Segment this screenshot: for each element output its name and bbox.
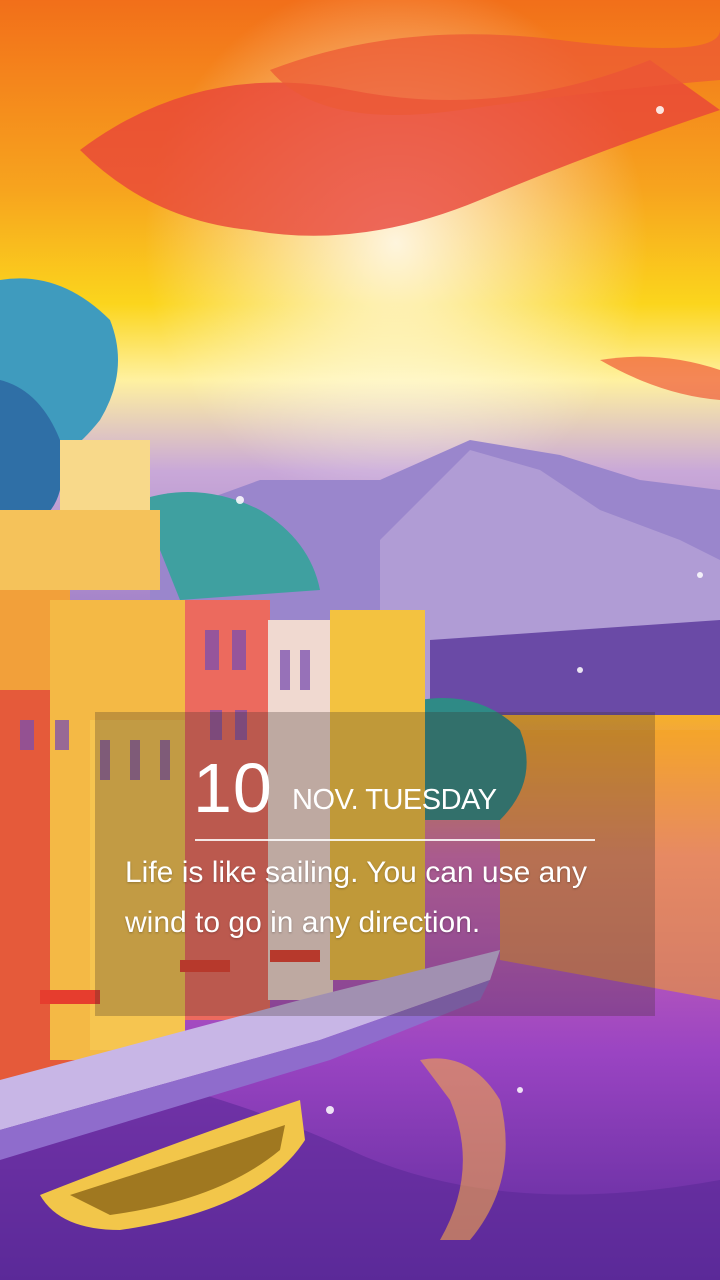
divider-line — [195, 839, 595, 841]
date-day: 10 — [193, 749, 273, 827]
date-month-weekday: NOV. TUESDAY — [292, 784, 497, 816]
wallpaper-image — [0, 0, 720, 1280]
quote-text: Life is like sailing. You can use any wi… — [125, 856, 587, 939]
